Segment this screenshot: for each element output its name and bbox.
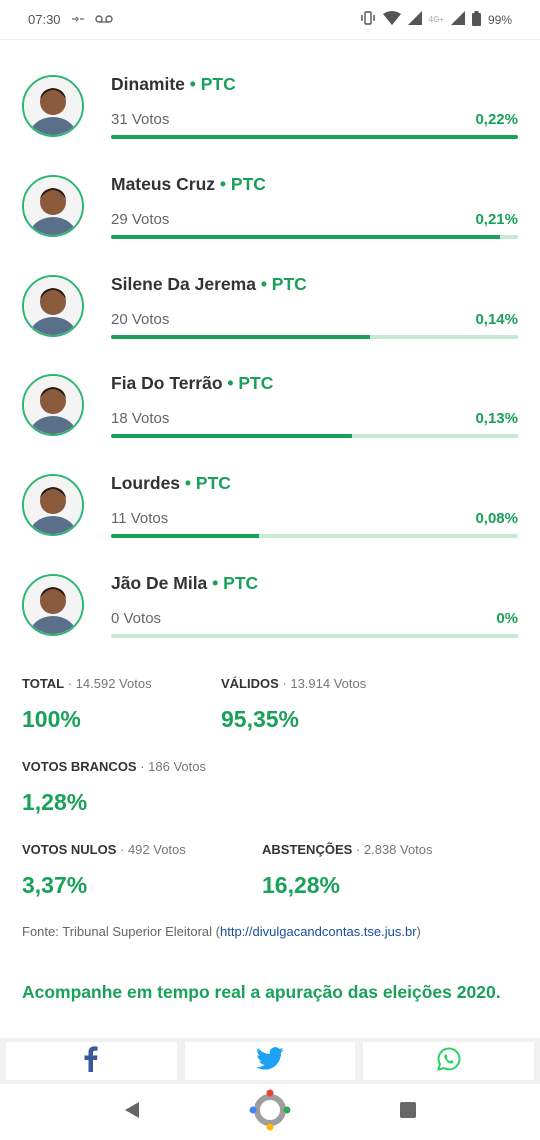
candidate-row[interactable]: Mateus Cruz • PTC 29 Votos 0,21% — [0, 158, 540, 258]
candidate-party: • PTC — [215, 173, 266, 194]
stat-brancos-label: VOTOS BRANCOS · 186 Votos — [22, 759, 206, 774]
candidate-list: Dinamite • PTC 31 Votos 0,22% Mateus Cru… — [0, 58, 540, 657]
candidate-name: Mateus Cruz • PTC — [111, 173, 266, 194]
candidate-percent: 0,22% — [475, 111, 518, 128]
candidate-avatar — [22, 274, 84, 337]
candidate-row[interactable]: Silene Da Jerema • PTC 20 Votos 0,14% — [0, 258, 540, 358]
candidate-progress-fill — [111, 534, 259, 539]
stat-abstencoes-label: ABSTENÇÕES · 2.838 Votos — [262, 842, 433, 857]
candidate-progress-fill — [111, 334, 370, 339]
candidate-party: • PTC — [255, 273, 307, 294]
stat-total-value: 100% — [22, 706, 81, 732]
candidate-row[interactable]: Fia Do Terrão • PTC 18 Votos 0,13% — [0, 357, 540, 457]
facebook-icon — [84, 1045, 98, 1077]
battery-level: 99% — [487, 12, 512, 27]
share-whatsapp-button[interactable] — [363, 1042, 535, 1080]
battery-icon — [471, 10, 481, 29]
stat-validos-value: 95,35% — [221, 706, 300, 732]
candidate-progress-fill — [111, 434, 352, 439]
stat-nulos-label: VOTOS NULOS · 492 Votos — [22, 842, 186, 857]
candidate-percent: 0,14% — [475, 310, 518, 328]
candidate-avatar — [22, 474, 84, 537]
candidate-avatar — [22, 573, 84, 636]
candidate-name: Dinamite • PTC — [111, 74, 236, 94]
candidate-votes: 18 Votos — [111, 410, 170, 428]
status-time: 07:30 — [28, 12, 61, 27]
candidate-name: Silene Da Jerema • PTC — [111, 273, 307, 294]
candidate-avatar — [22, 374, 84, 437]
candidate-progress-bar — [111, 633, 518, 638]
candidate-progress-bar — [111, 135, 518, 139]
candidate-votes: 29 Votos — [111, 210, 170, 228]
candidate-votes: 20 Votos — [111, 310, 170, 328]
wifi-icon — [382, 11, 401, 28]
stat-nulos-value: 3,37% — [22, 872, 88, 898]
live-results-link[interactable]: Acompanhe em tempo real a apuração das e… — [22, 980, 518, 1004]
candidate-party: • PTC — [184, 74, 236, 94]
signal-icon — [407, 11, 422, 28]
candidate-row[interactable]: Dinamite • PTC 31 Votos 0,22% — [0, 58, 540, 158]
source-link[interactable]: http://divulgacandcontas.tse.jus.br — [220, 924, 417, 939]
candidate-progress-fill — [111, 135, 518, 139]
candidate-percent: 0,08% — [475, 510, 518, 528]
candidate-avatar — [22, 174, 84, 237]
stat-total-label: TOTAL · 14.592 Votos — [22, 676, 152, 691]
candidate-row[interactable]: Lourdes • PTC 11 Votos 0,08% — [0, 457, 540, 557]
vibrate-icon — [360, 11, 376, 28]
stat-abstencoes-value: 16,28% — [262, 872, 341, 898]
candidate-votes: 11 Votos — [111, 510, 169, 528]
candidate-votes: 31 Votos — [111, 111, 170, 128]
twitter-icon — [256, 1047, 284, 1075]
stat-validos-label: VÁLIDOS · 13.914 Votos — [221, 676, 367, 691]
share-facebook-button[interactable] — [6, 1042, 177, 1080]
candidate-progress-bar — [111, 334, 518, 339]
nav-home-button[interactable] — [247, 1087, 293, 1138]
candidate-row[interactable]: Jão De Mila • PTC 0 Votos 0% — [0, 557, 540, 657]
candidate-name: Jão De Mila • PTC — [111, 572, 259, 593]
candidate-progress-bar — [111, 534, 518, 539]
cast-icon — [71, 12, 85, 27]
candidate-name: Fia Do Terrão • PTC — [111, 373, 274, 394]
nav-recents-button[interactable] — [399, 1101, 417, 1124]
whatsapp-icon — [436, 1046, 461, 1076]
network-type-label: 4G+ — [428, 15, 444, 24]
candidate-progress-fill — [111, 234, 500, 239]
status-bar: 07:30 4G+ 99% — [0, 0, 540, 40]
candidate-progress-bar — [111, 234, 518, 239]
voicemail-icon — [94, 12, 113, 27]
candidate-party: • PTC — [180, 473, 231, 494]
candidate-party: • PTC — [207, 572, 259, 593]
source-note: Fonte: Tribunal Superior Eleitoral (http… — [22, 924, 421, 939]
share-twitter-button[interactable] — [184, 1042, 356, 1080]
system-nav-bar — [0, 1084, 540, 1140]
candidate-avatar — [22, 75, 84, 137]
candidate-party: • PTC — [222, 373, 274, 394]
candidate-votes: 0 Votos — [111, 609, 162, 627]
candidate-progress-bar — [111, 434, 518, 439]
candidate-name: Lourdes • PTC — [111, 473, 231, 494]
stat-brancos-value: 1,28% — [22, 789, 88, 815]
signal-icon-2 — [450, 11, 465, 28]
candidate-percent: 0% — [496, 609, 518, 627]
candidate-percent: 0,21% — [475, 210, 518, 228]
share-bar — [0, 1038, 540, 1084]
candidate-percent: 0,13% — [475, 410, 518, 428]
nav-back-button[interactable] — [123, 1101, 141, 1124]
